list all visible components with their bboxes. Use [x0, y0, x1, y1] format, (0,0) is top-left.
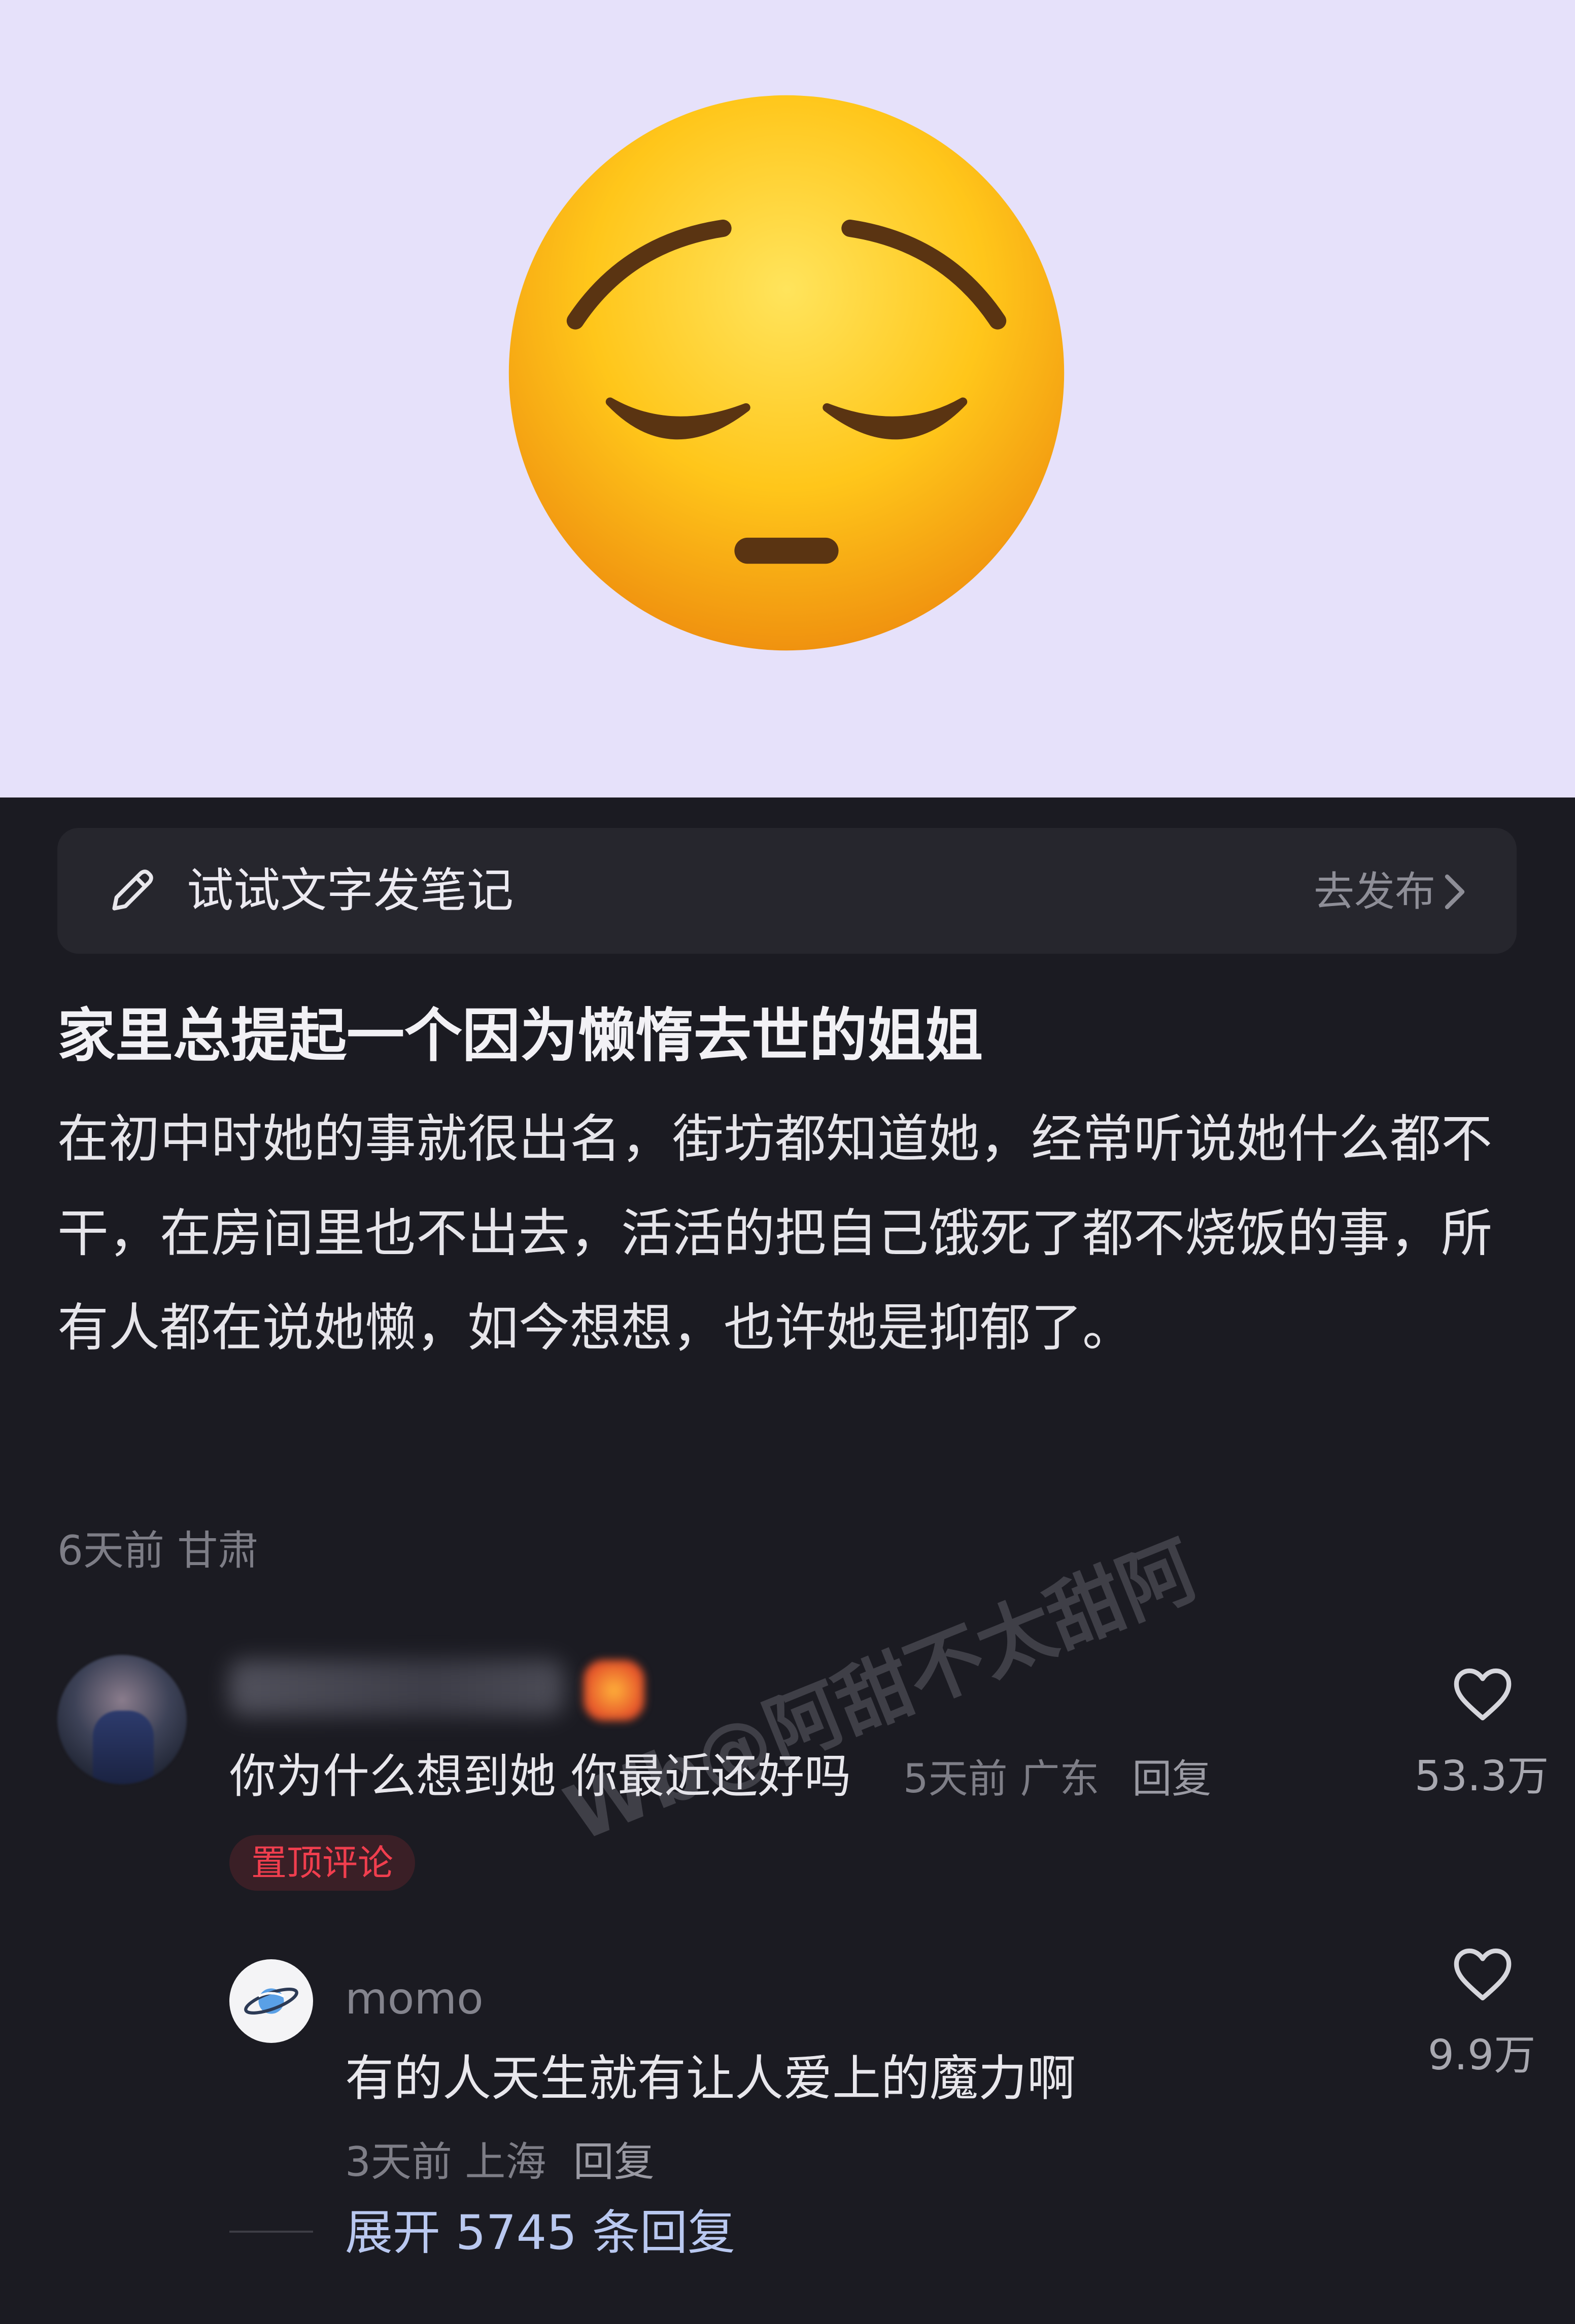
comment-text: 你为什么想到她 你最近还好吗 — [229, 1749, 851, 1803]
comment-meta: 5天前 广东 回复 — [903, 1749, 1211, 1810]
reply-time: 3天前 — [345, 2138, 452, 2186]
heart-icon[interactable] — [1451, 1665, 1514, 1724]
reply-location: 上海 — [465, 2138, 546, 2186]
planet-icon — [244, 1988, 298, 2015]
publish-note-bar[interactable]: 试试文字发笔记 去发布 — [57, 828, 1517, 954]
pinned-badge: 置顶评论 — [229, 1835, 415, 1891]
post-title: 家里总提起一个因为懒惰去世的姐姐 — [57, 1002, 983, 1069]
post-time: 6天前 — [57, 1527, 164, 1574]
post-meta: 6天前 甘肃 — [57, 1523, 258, 1579]
badge-icon — [584, 1660, 644, 1721]
post-location: 甘肃 — [177, 1527, 259, 1574]
chevron-right-icon — [1445, 874, 1465, 910]
comment-reply-button[interactable]: 回复 — [1132, 1756, 1211, 1802]
post-image[interactable] — [0, 0, 1575, 797]
publish-button[interactable]: 去发布 — [1314, 861, 1435, 922]
comment-location: 广东 — [1020, 1756, 1100, 1802]
publish-prompt: 试试文字发笔记 — [187, 863, 514, 918]
expand-replies-button[interactable]: 展开 5745 条回复 — [345, 2202, 735, 2265]
divider — [229, 2231, 313, 2233]
reply-like-count: 9.9万 — [1427, 2031, 1536, 2079]
comment-time: 5天前 — [903, 1756, 1008, 1802]
reply-reply-button[interactable]: 回复 — [573, 2138, 655, 2186]
reply-meta: 3天前 上海 回复 — [345, 2132, 655, 2193]
pencil-icon — [112, 870, 153, 911]
avatar[interactable] — [57, 1655, 187, 1784]
username-redacted — [229, 1660, 564, 1716]
heart-icon[interactable] — [1451, 1945, 1514, 2004]
post-body: 在初中时她的事就很出名，街坊都知道她，经常听说她什么都不干，在房间里也不出去，活… — [57, 1109, 1493, 1358]
comment-like-count: 53.3万 — [1414, 1752, 1549, 1800]
reply-avatar[interactable] — [229, 1959, 313, 2043]
reply-text: 有的人天生就有让人爱上的魔力啊 — [345, 2050, 1076, 2107]
pensive-face-emoji-icon — [508, 95, 1065, 651]
reply-username[interactable]: momo — [345, 1969, 484, 2028]
